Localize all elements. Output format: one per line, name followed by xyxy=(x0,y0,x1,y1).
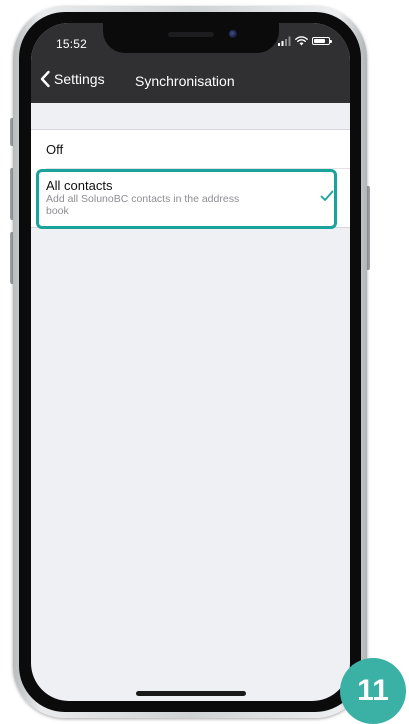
option-all-contacts[interactable]: All contacts Add all SolunoBC contacts i… xyxy=(31,169,350,227)
signal-icon xyxy=(278,36,291,46)
home-indicator[interactable] xyxy=(136,691,246,696)
status-time: 15:52 xyxy=(56,37,88,51)
checkmark-icon xyxy=(320,190,334,201)
page-title: Synchronisation xyxy=(135,73,235,89)
step-number-badge: 11 xyxy=(340,658,406,724)
option-all-contacts-label: All contacts xyxy=(46,178,113,193)
header-area: 15:52 Settings Synchronisation xyxy=(31,23,350,103)
front-camera-icon xyxy=(229,30,237,38)
back-label: Settings xyxy=(54,71,105,87)
sync-options-list: Off All contacts Add all SolunoBC contac… xyxy=(31,129,350,228)
phone-screen: 15:52 Settings Synchronisation Off All c… xyxy=(31,23,350,701)
navigation-bar: Settings Synchronisation xyxy=(31,67,350,99)
back-button[interactable]: Settings xyxy=(39,70,105,88)
wifi-icon xyxy=(295,36,308,46)
chevron-left-icon xyxy=(40,70,50,88)
tutorial-stage: 15:52 Settings Synchronisation Off All c… xyxy=(0,0,409,724)
option-off-label: Off xyxy=(46,142,64,157)
earpiece-speaker xyxy=(168,32,214,37)
status-icons xyxy=(278,36,332,46)
notch xyxy=(103,23,279,53)
option-all-contacts-description: Add all SolunoBC contacts in the address… xyxy=(46,193,240,217)
battery-icon xyxy=(312,37,332,45)
option-off[interactable]: Off xyxy=(31,130,350,168)
